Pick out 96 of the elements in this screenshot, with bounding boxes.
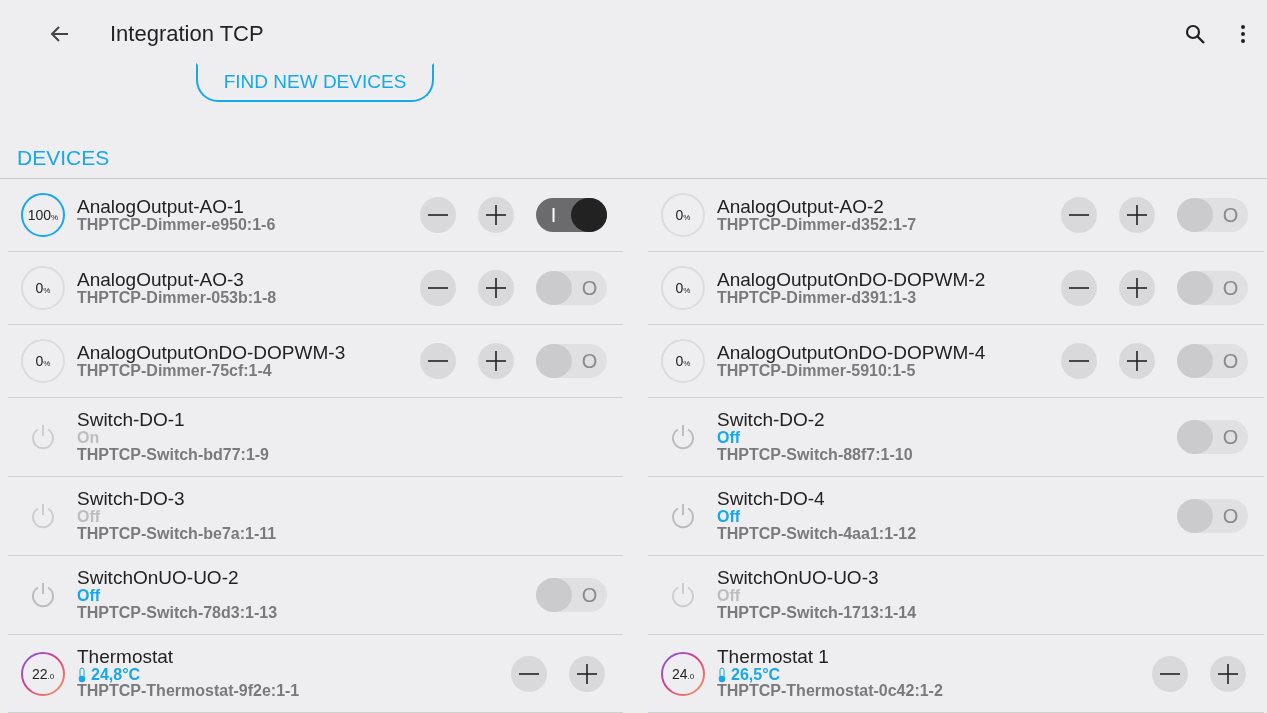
plus-icon bbox=[1217, 662, 1239, 685]
toggle-switch[interactable]: O bbox=[1177, 344, 1248, 378]
power-icon bbox=[29, 581, 57, 609]
plus-button[interactable] bbox=[1210, 655, 1246, 692]
device-address: THPTCP-Dimmer-5910:1-5 bbox=[717, 362, 916, 380]
device-address: THPTCP-Thermostat-9f2e:1-1 bbox=[77, 683, 301, 701]
device-name: AnalogOutputOnDO-DOPWM-3 bbox=[77, 342, 347, 363]
toggle-switch[interactable]: O bbox=[1177, 198, 1248, 232]
device-name: Thermostat 1 bbox=[717, 646, 830, 667]
plus-icon bbox=[1126, 204, 1148, 226]
toggle-switch[interactable]: I bbox=[536, 198, 607, 232]
minus-icon bbox=[427, 287, 449, 289]
device-address: THPTCP-Dimmer-e950:1-6 bbox=[77, 216, 277, 234]
minus-icon bbox=[1068, 287, 1090, 289]
device-address: THPTCP-Switch-bd77:1-9 bbox=[77, 446, 270, 464]
device-name: SwitchOnUO-UO-3 bbox=[717, 568, 880, 589]
level-value: 0% bbox=[35, 280, 51, 296]
power-icon bbox=[669, 581, 697, 609]
minus-button[interactable] bbox=[1061, 343, 1097, 379]
plus-button[interactable] bbox=[569, 655, 605, 692]
thermometer-icon bbox=[717, 667, 727, 684]
device-name: AnalogOutputOnDO-DOPWM-2 bbox=[717, 269, 987, 290]
power-icon bbox=[669, 502, 697, 530]
device-name: Switch-DO-4 bbox=[717, 489, 826, 510]
power-icon bbox=[29, 423, 57, 451]
setpoint-value: 24.0 bbox=[671, 665, 695, 682]
minus-icon bbox=[427, 360, 449, 362]
minus-button[interactable] bbox=[1152, 655, 1188, 692]
minus-icon bbox=[427, 214, 449, 216]
device-name: Switch-DO-3 bbox=[77, 489, 186, 510]
device-address: THPTCP-Dimmer-d391:1-3 bbox=[717, 289, 917, 307]
device-address: THPTCP-Switch-88f7:1-10 bbox=[717, 446, 914, 464]
plus-icon bbox=[485, 350, 507, 372]
minus-icon bbox=[1159, 672, 1181, 675]
plus-icon bbox=[576, 662, 598, 685]
minus-icon bbox=[1068, 214, 1090, 216]
minus-button[interactable] bbox=[420, 270, 456, 306]
level-value: 0% bbox=[35, 353, 51, 369]
power-icon bbox=[29, 502, 57, 530]
plus-button[interactable] bbox=[478, 343, 514, 379]
device-address: THPTCP-Dimmer-d352:1-7 bbox=[717, 216, 918, 234]
thermometer-icon bbox=[77, 667, 87, 684]
toggle-switch[interactable]: O bbox=[1177, 271, 1248, 305]
device-name: Switch-DO-1 bbox=[77, 410, 186, 431]
device-address: THPTCP-Switch-78d3:1-13 bbox=[77, 604, 279, 622]
device-name: AnalogOutputOnDO-DOPWM-4 bbox=[717, 342, 987, 363]
device-status: Off bbox=[77, 588, 102, 605]
toggle-switch[interactable]: O bbox=[536, 271, 607, 305]
toggle-switch[interactable]: O bbox=[1177, 420, 1248, 454]
device-status: Off bbox=[717, 509, 742, 526]
power-icon bbox=[669, 423, 697, 451]
device-name: SwitchOnUO-UO-2 bbox=[77, 568, 240, 589]
toggle-switch[interactable]: O bbox=[1177, 499, 1248, 533]
setpoint-value: 22.0 bbox=[31, 665, 55, 682]
device-address: THPTCP-Switch-1713:1-14 bbox=[717, 604, 918, 622]
plus-icon bbox=[485, 204, 507, 226]
setpoint-ring bbox=[20, 650, 66, 697]
toggle-switch[interactable]: O bbox=[536, 344, 607, 378]
minus-button[interactable] bbox=[511, 655, 547, 692]
temperature-reading: 26,5°C bbox=[731, 666, 781, 684]
find-devices-button[interactable]: FIND NEW DEVICES bbox=[196, 62, 434, 102]
minus-button[interactable] bbox=[1061, 197, 1097, 233]
more-icon bbox=[1241, 25, 1245, 44]
page-title: Integration TCP bbox=[110, 21, 265, 48]
level-value: 0% bbox=[675, 353, 691, 369]
setpoint-ring bbox=[660, 650, 706, 697]
device-address: THPTCP-Switch-4aa1:1-12 bbox=[717, 525, 918, 543]
plus-button[interactable] bbox=[478, 270, 514, 306]
plus-button[interactable] bbox=[1119, 197, 1155, 233]
device-name: Thermostat bbox=[77, 646, 175, 667]
temperature-reading: 24,8°C bbox=[91, 666, 141, 684]
plus-button[interactable] bbox=[1119, 270, 1155, 306]
level-value: 0% bbox=[675, 207, 691, 223]
device-name: Switch-DO-2 bbox=[717, 410, 826, 431]
minus-icon bbox=[1068, 360, 1090, 362]
device-name: AnalogOutput-AO-3 bbox=[77, 269, 244, 290]
device-status: Off bbox=[717, 430, 742, 447]
plus-icon bbox=[1126, 277, 1148, 299]
device-name: AnalogOutput-AO-1 bbox=[77, 196, 244, 217]
device-address: THPTCP-Thermostat-0c42:1-2 bbox=[717, 683, 944, 701]
plus-icon bbox=[1126, 350, 1148, 372]
level-value: 100% bbox=[27, 207, 59, 223]
plus-button[interactable] bbox=[1119, 343, 1155, 379]
plus-button[interactable] bbox=[478, 197, 514, 233]
device-address: THPTCP-Dimmer-053b:1-8 bbox=[77, 289, 278, 307]
toggle-switch[interactable]: O bbox=[536, 578, 607, 612]
plus-icon bbox=[485, 277, 507, 299]
device-address: THPTCP-Switch-be7a:1-11 bbox=[77, 525, 278, 543]
minus-icon bbox=[518, 672, 540, 675]
minus-button[interactable] bbox=[420, 343, 456, 379]
device-name: AnalogOutput-AO-2 bbox=[717, 196, 884, 217]
level-value: 0% bbox=[675, 280, 691, 296]
device-address: THPTCP-Dimmer-75cf:1-4 bbox=[77, 362, 272, 380]
minus-button[interactable] bbox=[1061, 270, 1097, 306]
minus-button[interactable] bbox=[420, 197, 456, 233]
section-heading: DEVICES bbox=[17, 146, 111, 171]
